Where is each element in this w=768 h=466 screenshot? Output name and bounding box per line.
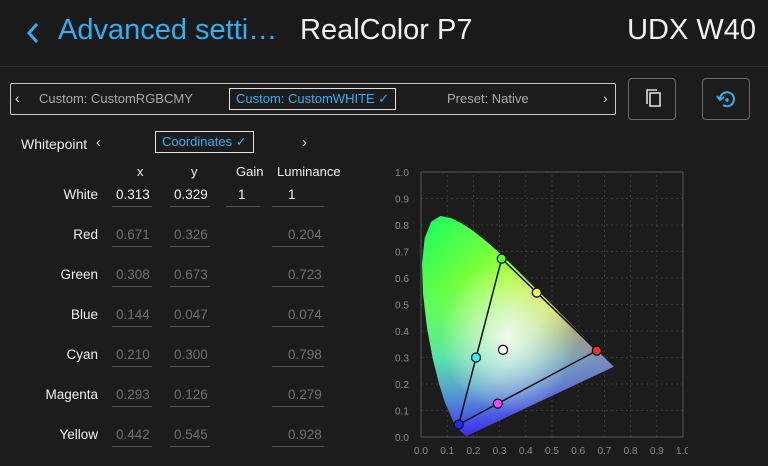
column-header-y: y — [191, 164, 198, 179]
whitepoint-next-button[interactable]: › — [302, 134, 307, 151]
row-label-cyan: Cyan — [66, 347, 98, 362]
whitepoint-label: Whitepoint — [21, 136, 88, 152]
column-header-gain: Gain — [236, 164, 264, 179]
point-white — [497, 344, 509, 355]
whitepoint-mode-active[interactable]: Coordinates ✓ — [155, 131, 254, 153]
y-tick-label: 0.3 — [395, 354, 409, 365]
white-lum-field[interactable]: 1 — [272, 185, 324, 207]
x-tick-label: 0.8 — [624, 446, 638, 457]
yellow-y-field[interactable]: 0.545 — [170, 425, 210, 447]
profile-option-active[interactable]: Custom: CustomWHITE ✓ — [229, 88, 397, 110]
x-tick-label: 0.0 — [414, 446, 428, 457]
white-gain-field[interactable]: 1 — [226, 185, 260, 207]
x-tick-label: 1.0 — [676, 446, 688, 457]
x-tick-label: 0.6 — [571, 446, 585, 457]
page-title: Advanced setti… — [58, 14, 278, 46]
yellow-x-field[interactable]: 0.442 — [112, 425, 152, 447]
profile-option-native[interactable]: Preset: Native — [447, 91, 529, 106]
x-tick-label: 0.2 — [466, 446, 480, 457]
point-magenta — [492, 398, 503, 409]
white-y-field[interactable]: 0.329 — [170, 185, 210, 207]
column-header-luminance: Luminance — [277, 164, 341, 179]
row-label-white: White — [63, 187, 98, 202]
y-tick-label: 0.8 — [395, 221, 409, 232]
y-tick-label: 0.5 — [395, 301, 409, 312]
white-x-field[interactable]: 0.313 — [112, 185, 152, 207]
profile-next-button[interactable]: › — [603, 90, 608, 106]
x-tick-label: 0.1 — [440, 446, 454, 457]
profile-option-rgbcmy[interactable]: Custom: CustomRGBCMY — [39, 91, 193, 106]
y-tick-label: 0.9 — [395, 195, 409, 206]
yellow-lum-field[interactable]: 0.928 — [272, 425, 324, 447]
red-y-field[interactable]: 0.326 — [170, 225, 210, 247]
magenta-y-field[interactable]: 0.126 — [170, 385, 210, 407]
green-lum-field[interactable]: 0.723 — [272, 265, 324, 287]
magenta-lum-field[interactable]: 0.279 — [272, 385, 324, 407]
row-label-yellow: Yellow — [59, 427, 98, 442]
blue-x-field[interactable]: 0.144 — [112, 305, 152, 327]
chevron-left-icon[interactable] — [24, 20, 42, 46]
y-tick-label: 0.1 — [395, 407, 409, 418]
copy-button[interactable] — [628, 78, 676, 120]
copy-icon — [646, 89, 661, 107]
cyan-lum-field[interactable]: 0.798 — [272, 345, 324, 367]
y-tick-label: 0.7 — [395, 248, 409, 259]
y-tick-label: 0.2 — [395, 380, 409, 391]
red-lum-field[interactable]: 0.204 — [272, 225, 324, 247]
y-tick-label: 0.0 — [395, 433, 409, 444]
red-x-field[interactable]: 0.671 — [112, 225, 152, 247]
x-tick-label: 0.7 — [597, 446, 611, 457]
profile-selector[interactable]: ‹ Custom: CustomRGBCMY Custom: CustomWHI… — [10, 83, 616, 115]
x-tick-label: 0.9 — [650, 446, 664, 457]
row-label-red: Red — [73, 227, 98, 242]
x-tick-label: 0.4 — [519, 446, 533, 457]
profile-prev-button[interactable]: ‹ — [15, 90, 20, 106]
blue-lum-field[interactable]: 0.074 — [272, 305, 324, 327]
row-label-blue: Blue — [70, 307, 98, 322]
spectral-locus-white-shade — [422, 216, 614, 436]
point-green — [496, 253, 507, 264]
header-bar: Advanced setti… RealColor P7 UDX W40 — [0, 0, 768, 67]
row-label-magenta: Magenta — [45, 387, 98, 402]
row-label-green: Green — [60, 267, 98, 282]
cyan-x-field[interactable]: 0.210 — [112, 345, 152, 367]
point-cyan — [470, 352, 482, 363]
x-tick-label: 0.5 — [545, 446, 559, 457]
cie-chromaticity-chart: 0.0 0.1 0.2 0.3 0.4 0.5 0.6 0.7 0.8 0.9 1.0 0.0 0.1 0… — [395, 168, 688, 457]
y-tick-label: 0.6 — [395, 274, 409, 285]
green-x-field[interactable]: 0.308 — [112, 265, 152, 287]
column-header-x: x — [137, 164, 144, 179]
point-red — [591, 345, 602, 356]
profile-title: RealColor P7 — [300, 14, 473, 46]
x-tick-label: 0.3 — [493, 446, 507, 457]
magenta-x-field[interactable]: 0.293 — [112, 385, 152, 407]
point-yellow — [531, 287, 542, 298]
point-blue — [453, 419, 464, 430]
blue-y-field[interactable]: 0.047 — [170, 305, 210, 327]
whitepoint-prev-button[interactable]: ‹ — [96, 134, 101, 151]
y-tick-label: 1.0 — [395, 168, 409, 179]
y-tick-label: 0.4 — [395, 327, 409, 338]
green-y-field[interactable]: 0.673 — [170, 265, 210, 287]
reset-icon — [716, 91, 735, 108]
device-name: UDX W40 — [627, 14, 756, 46]
cyan-y-field[interactable]: 0.300 — [170, 345, 210, 367]
reset-button[interactable] — [702, 78, 750, 120]
